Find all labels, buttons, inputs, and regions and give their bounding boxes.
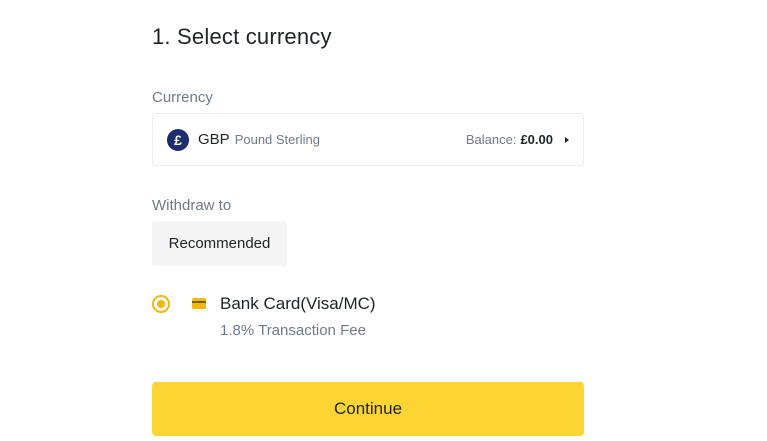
radio-dot (157, 300, 165, 308)
currency-code: GBP (198, 131, 230, 148)
withdraw-option-bank-card[interactable]: Bank Card(Visa/MC) 1.8% Transaction Fee (152, 292, 584, 344)
page-title: 1. Select currency (152, 24, 332, 49)
balance-value: £0.00 (520, 132, 553, 147)
bank-card-icon (192, 298, 206, 309)
option-fee: 1.8% Transaction Fee (220, 322, 366, 339)
withdraw-to-label: Withdraw to (152, 197, 232, 214)
currency-label: Currency (152, 89, 213, 106)
currency-select[interactable]: £ GBP Pound Sterling Balance: £0.00 (152, 113, 584, 166)
pound-sterling-icon: £ (167, 128, 189, 151)
chevron-right-icon (565, 136, 569, 143)
radio-selected[interactable] (152, 295, 170, 313)
continue-button[interactable]: Continue (152, 382, 584, 436)
currency-name: Pound Sterling (234, 132, 320, 147)
tab-recommended[interactable]: Recommended (152, 221, 287, 266)
balance-label: Balance: (465, 132, 517, 147)
balance: Balance: £0.00 (466, 132, 569, 147)
withdraw-page: 1. Select currency Currency £ GBP Pound … (0, 0, 767, 441)
card-stripe (192, 301, 206, 303)
option-title: Bank Card(Visa/MC) (220, 294, 376, 313)
